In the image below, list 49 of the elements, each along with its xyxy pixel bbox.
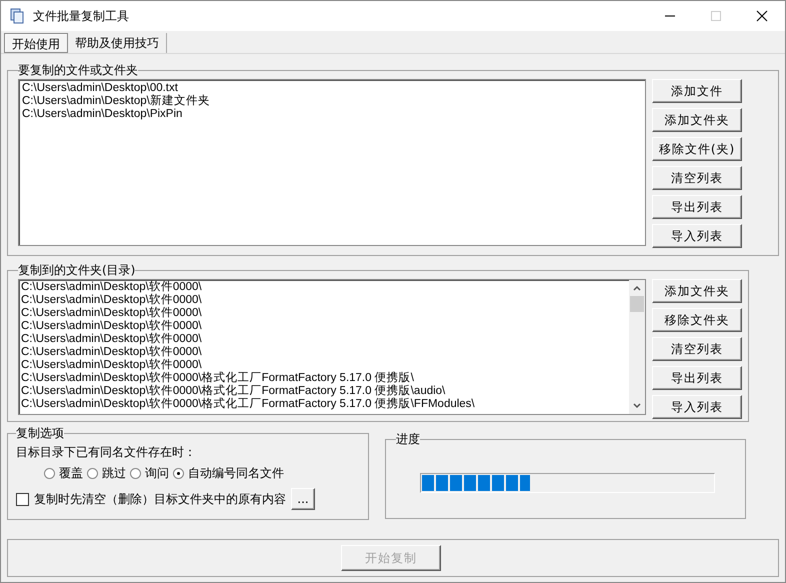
option-prompt: 目标目录下已有同名文件存在时： <box>16 444 197 461</box>
action-button[interactable]: 清空列表 <box>652 337 742 361</box>
radio-icon[interactable] <box>44 468 55 479</box>
scroll-thumb[interactable] <box>630 296 644 312</box>
list-item[interactable]: C:\Users\admin\Desktop\PixPin <box>22 108 642 121</box>
tab[interactable]: 开始使用 <box>4 33 68 53</box>
list-item[interactable]: C:\Users\admin\Desktop\软件0000\ <box>21 320 627 333</box>
checkbox-label[interactable]: 复制时先清空（删除）目标文件夹中的原有内容 <box>34 490 286 508</box>
window-title: 文件批量复制工具 <box>33 8 130 24</box>
list-item[interactable]: C:\Users\admin\Desktop\软件0000\格式化工厂FormatFactory 5.17.0 便携版\audio\ <box>21 385 627 398</box>
group-title: 复制选项 <box>16 425 64 442</box>
list-item[interactable]: C:\Users\admin\Desktop\00.txt <box>22 82 642 95</box>
browse-button[interactable]: ... <box>291 488 315 510</box>
radio-option[interactable]: 跳过 <box>87 465 126 482</box>
list-item[interactable]: C:\Users\admin\Desktop\软件0000\ <box>21 346 627 359</box>
action-button[interactable]: 导出列表 <box>652 195 742 219</box>
folder-list[interactable] <box>18 279 646 415</box>
radio-option[interactable]: 覆盖 <box>44 465 83 482</box>
radio-icon[interactable] <box>130 468 141 479</box>
radio-label[interactable]: 询问 <box>145 465 169 482</box>
radio-icon[interactable] <box>173 468 184 479</box>
group-title: 进度 <box>396 431 420 448</box>
action-button[interactable]: 导入列表 <box>652 395 742 419</box>
checkbox[interactable] <box>16 492 29 506</box>
action-button[interactable]: 添加文件夹 <box>652 279 742 303</box>
documents-icon <box>9 8 25 24</box>
action-button[interactable]: 移除文件夹 <box>652 308 742 332</box>
list-item[interactable]: C:\Users\admin\Desktop\软件0000\格式化工厂FormatFactory 5.17.0 便携版\ <box>21 372 627 385</box>
radio-label[interactable]: 跳过 <box>102 465 126 482</box>
radio-label[interactable]: 覆盖 <box>59 465 83 482</box>
action-button[interactable]: 添加文件夹 <box>652 108 742 132</box>
list-item[interactable]: C:\Users\admin\Desktop\软件0000\ <box>21 307 627 320</box>
group-title: 复制到的文件夹(目录) <box>18 262 136 279</box>
action-button[interactable]: 清空列表 <box>652 166 742 190</box>
radio-icon[interactable] <box>87 468 98 479</box>
list-item[interactable]: C:\Users\admin\Desktop\新建文件夹 <box>22 95 642 108</box>
file-list[interactable]: C:\Users\admin\Desktop\00.txt C:\Users\admin\Desktop\新建文件夹 C:\Users\admin\Desktop\PixPin <box>18 79 646 246</box>
action-button[interactable]: 添加文件 <box>652 79 742 103</box>
list-item[interactable]: C:\Users\admin\Desktop\软件0000\ <box>21 333 627 346</box>
action-button[interactable]: 导出列表 <box>652 366 742 390</box>
list-item[interactable]: C:\Users\admin\Desktop\软件0000\格式化工厂FormatFactory 5.17.0 便携版\FFModules\ <box>21 398 627 411</box>
radio-option[interactable]: 询问 <box>130 465 169 482</box>
action-button[interactable]: 移除文件(夹) <box>652 137 742 161</box>
list-item[interactable]: C:\Users\admin\Desktop\软件0000\ <box>21 359 627 372</box>
list-item[interactable]: C:\Users\admin\Desktop\软件0000\ <box>21 294 627 307</box>
scrollbar[interactable] <box>629 280 645 414</box>
action-button[interactable]: 导入列表 <box>652 224 742 248</box>
group-title: 要复制的文件或文件夹 <box>18 62 138 79</box>
list-item[interactable]: C:\Users\admin\Desktop\软件0000\ <box>21 281 627 294</box>
